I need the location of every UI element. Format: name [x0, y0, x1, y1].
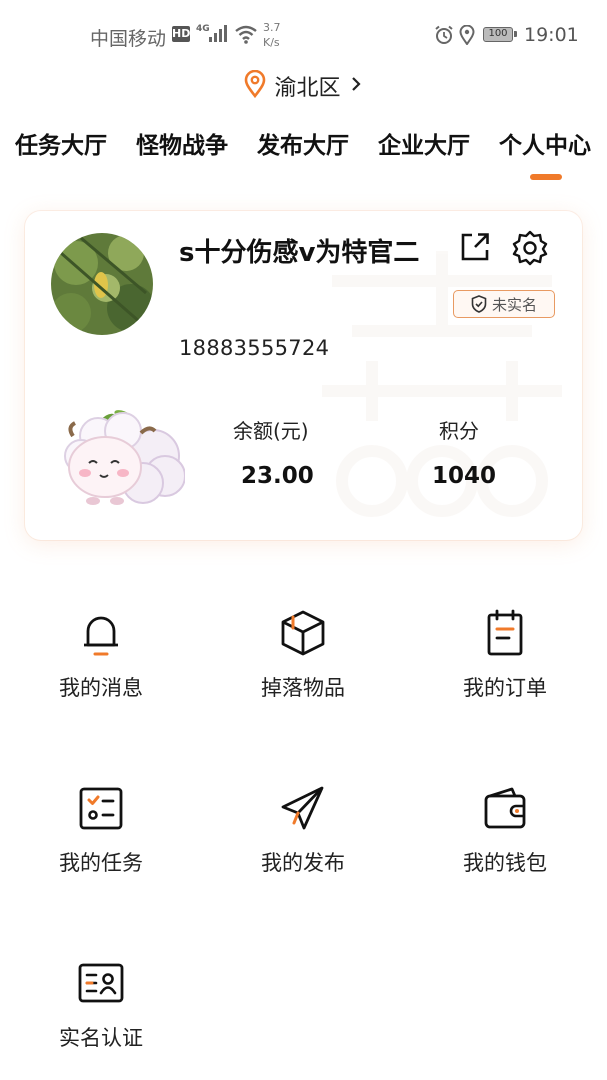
balance-label: 余额(元) — [233, 419, 309, 443]
location-selector[interactable]: 渝北区 — [0, 68, 607, 104]
share-icon — [461, 233, 489, 261]
menu-my-messages[interactable]: 我的消息 — [11, 608, 191, 728]
menu-my-orders[interactable]: 我的订单 — [415, 608, 595, 728]
menu-label: 我的钱包 — [463, 851, 547, 875]
order-icon — [487, 609, 523, 656]
status-bar: 中国移动 HD 4G 3.7 K/s 100 19:01 — [0, 0, 607, 70]
menu-label: 我的消息 — [59, 676, 143, 700]
tab-enterprise-hall[interactable]: 企业大厅 — [378, 126, 470, 160]
location-label: 渝北区 — [274, 76, 341, 101]
menu-my-wallet[interactable]: 我的钱包 — [415, 783, 595, 903]
alarm-icon — [434, 25, 454, 50]
points-value[interactable]: 1040 — [432, 463, 496, 489]
share-button[interactable] — [457, 229, 493, 265]
profile-card: s十分伤感v为特官二 未实名 18883555724 余额(元) 23.00 积… — [25, 211, 582, 540]
menu-label: 我的任务 — [59, 851, 143, 875]
tab-publish-hall[interactable]: 发布大厅 — [257, 126, 349, 160]
phone-number: 18883555724 — [179, 336, 330, 360]
chevron-right-icon — [349, 75, 363, 97]
user-nickname: s十分伤感v为特官二 — [179, 238, 420, 268]
verification-status-badge[interactable]: 未实名 — [453, 290, 555, 318]
menu-label: 我的发布 — [261, 851, 345, 875]
top-tab-bar: 任务大厅 怪物战争 发布大厅 企业大厅 个人中心 — [0, 126, 607, 186]
paper-plane-icon — [281, 786, 324, 830]
carrier-name: 中国移动 — [90, 28, 167, 50]
points-label: 积分 — [439, 419, 479, 443]
active-tab-indicator — [530, 174, 562, 180]
location-pin-icon — [244, 69, 266, 102]
clock: 19:01 — [524, 24, 579, 46]
tab-task-hall[interactable]: 任务大厅 — [15, 126, 107, 160]
tab-personal-center[interactable]: 个人中心 — [499, 126, 591, 160]
network-type: 4G — [196, 24, 210, 34]
verification-status-label: 未实名 — [491, 295, 537, 314]
box-icon — [281, 610, 325, 656]
gear-icon — [512, 230, 548, 266]
speed-value: 3.7 — [263, 21, 281, 34]
task-list-icon — [79, 787, 123, 830]
tab-monster-war[interactable]: 怪物战争 — [136, 126, 228, 160]
avatar[interactable] — [51, 233, 153, 335]
location-status-icon — [459, 24, 475, 50]
menu-label: 实名认证 — [59, 1026, 143, 1050]
menu-label: 我的订单 — [463, 676, 547, 700]
menu-my-publications[interactable]: 我的发布 — [213, 783, 393, 903]
hd-indicator: HD — [172, 26, 191, 42]
bell-icon — [84, 616, 118, 656]
sheep-mascot-image — [53, 401, 186, 513]
settings-button[interactable] — [511, 229, 549, 267]
battery-icon: 100 — [483, 27, 517, 42]
wifi-icon — [234, 24, 258, 49]
menu-my-tasks[interactable]: 我的任务 — [11, 783, 191, 903]
signal-icon: 4G — [196, 22, 230, 49]
menu-dropped-items[interactable]: 掉落物品 — [213, 608, 393, 728]
speed-unit: K/s — [263, 36, 280, 49]
id-card-icon — [78, 963, 124, 1003]
menu-label: 掉落物品 — [261, 676, 345, 700]
balance-value[interactable]: 23.00 — [241, 463, 314, 489]
wallet-icon — [484, 787, 526, 829]
shield-icon — [471, 295, 487, 313]
network-speed: 3.7 K/s — [263, 20, 281, 50]
cloud-pattern-watermark — [322, 251, 562, 517]
menu-real-name-verification[interactable]: 实名认证 — [11, 958, 191, 1078]
